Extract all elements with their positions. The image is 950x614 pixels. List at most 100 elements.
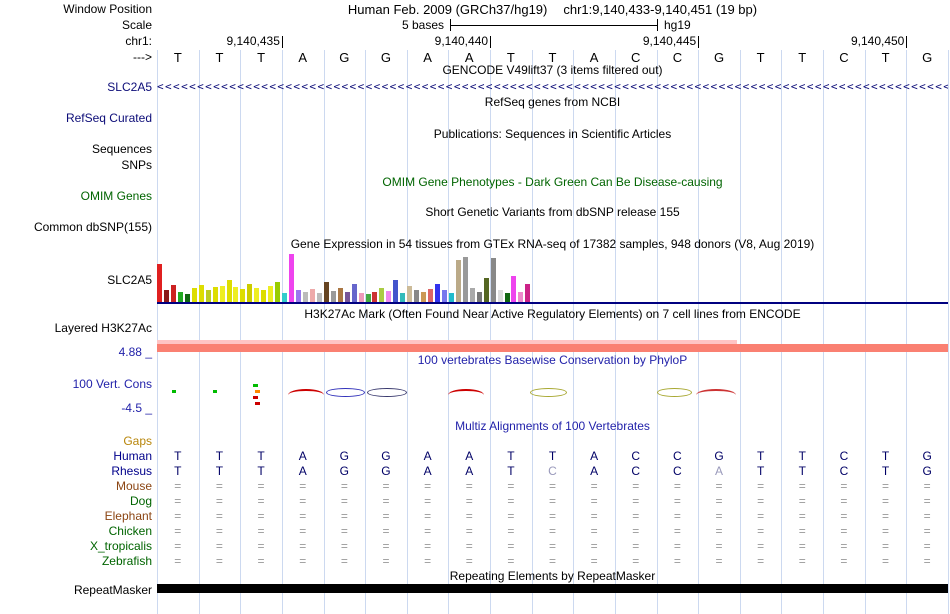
multiz-cell-x-tropicalis[interactable]: = bbox=[490, 539, 532, 553]
multiz-cell-x-tropicalis[interactable]: = bbox=[199, 539, 241, 553]
gtex-tissue-bar[interactable] bbox=[365, 294, 371, 302]
track-label-layered-h3k27ac[interactable]: Layered H3K27Ac bbox=[0, 321, 152, 335]
track-label-refseq-curated[interactable]: RefSeq Curated bbox=[0, 111, 152, 125]
gtex-tissue-bar[interactable] bbox=[407, 286, 413, 302]
gtex-tissue-bar[interactable] bbox=[219, 286, 225, 302]
multiz-cell-human[interactable]: T bbox=[740, 449, 782, 463]
multiz-cell-zebrafish[interactable]: = bbox=[906, 554, 948, 568]
multiz-cell-rhesus[interactable]: G bbox=[906, 464, 948, 478]
multiz-cell-x-tropicalis[interactable]: = bbox=[365, 539, 407, 553]
multiz-label-x-tropicalis[interactable]: X_tropicalis bbox=[0, 539, 152, 553]
gtex-tissue-bar[interactable] bbox=[344, 292, 350, 302]
multiz-cell-mouse[interactable]: = bbox=[740, 479, 782, 493]
multiz-cell-human[interactable]: T bbox=[199, 449, 241, 463]
multiz-cell-chicken[interactable]: = bbox=[324, 524, 366, 538]
multiz-cell-human[interactable]: T bbox=[781, 449, 823, 463]
multiz-cell-dog[interactable]: = bbox=[823, 494, 865, 508]
gtex-tissue-bar[interactable] bbox=[400, 293, 406, 302]
multiz-cell-mouse[interactable]: = bbox=[240, 479, 282, 493]
gtex-tissue-bar[interactable] bbox=[309, 289, 315, 302]
phylop-glyph-ellipse[interactable] bbox=[325, 388, 366, 397]
multiz-cell-human[interactable]: A bbox=[448, 449, 490, 463]
multiz-cell-x-tropicalis[interactable]: = bbox=[740, 539, 782, 553]
multiz-cell-mouse[interactable]: = bbox=[199, 479, 241, 493]
multiz-cell-x-tropicalis[interactable]: = bbox=[865, 539, 907, 553]
multiz-label-mouse[interactable]: Mouse bbox=[0, 479, 152, 493]
multiz-cell-mouse[interactable]: = bbox=[781, 479, 823, 493]
phylop-glyph-smear[interactable] bbox=[254, 390, 260, 393]
multiz-cell-chicken[interactable]: = bbox=[698, 524, 740, 538]
phylop-glyph-ellipse[interactable] bbox=[529, 388, 568, 397]
multiz-label-zebrafish[interactable]: Zebrafish bbox=[0, 554, 152, 568]
multiz-cell-x-tropicalis[interactable]: = bbox=[698, 539, 740, 553]
multiz-cell-elephant[interactable]: = bbox=[906, 509, 948, 523]
gtex-tissue-bar[interactable] bbox=[254, 288, 260, 302]
gtex-tissue-bar[interactable] bbox=[226, 280, 232, 302]
gtex-tissue-bar[interactable] bbox=[441, 290, 447, 302]
multiz-cell-zebrafish[interactable]: = bbox=[324, 554, 366, 568]
gtex-tissue-bar[interactable] bbox=[469, 288, 475, 302]
gtex-tissue-bar[interactable] bbox=[337, 288, 343, 302]
multiz-cell-elephant[interactable]: = bbox=[532, 509, 574, 523]
multiz-cell-elephant[interactable]: = bbox=[365, 509, 407, 523]
multiz-cell-zebrafish[interactable]: = bbox=[407, 554, 449, 568]
multiz-cell-rhesus[interactable]: C bbox=[823, 464, 865, 478]
gtex-tissue-bar[interactable] bbox=[490, 258, 496, 302]
track-label-publications-sequences[interactable]: Sequences bbox=[0, 142, 152, 156]
multiz-cell-chicken[interactable]: = bbox=[615, 524, 657, 538]
track-label-publications-snps[interactable]: SNPs bbox=[0, 158, 152, 172]
multiz-cell-dog[interactable]: = bbox=[240, 494, 282, 508]
multiz-cell-elephant[interactable]: = bbox=[865, 509, 907, 523]
multiz-cell-zebrafish[interactable]: = bbox=[865, 554, 907, 568]
multiz-cell-mouse[interactable]: = bbox=[865, 479, 907, 493]
multiz-cell-human[interactable]: G bbox=[324, 449, 366, 463]
multiz-cell-zebrafish[interactable]: = bbox=[573, 554, 615, 568]
multiz-cell-mouse[interactable]: = bbox=[657, 479, 699, 493]
gtex-tissue-bar[interactable] bbox=[233, 287, 239, 302]
multiz-cell-zebrafish[interactable]: = bbox=[365, 554, 407, 568]
multiz-cell-mouse[interactable]: = bbox=[906, 479, 948, 493]
multiz-cell-human[interactable]: A bbox=[282, 449, 324, 463]
multiz-cell-chicken[interactable]: = bbox=[448, 524, 490, 538]
multiz-cell-elephant[interactable]: = bbox=[157, 509, 199, 523]
multiz-cell-elephant[interactable]: = bbox=[407, 509, 449, 523]
multiz-cell-human[interactable]: G bbox=[365, 449, 407, 463]
phylop-glyph-arc[interactable] bbox=[448, 389, 484, 395]
multiz-cell-rhesus[interactable]: A bbox=[448, 464, 490, 478]
multiz-cell-mouse[interactable]: = bbox=[407, 479, 449, 493]
gtex-tissue-bar[interactable] bbox=[393, 280, 399, 302]
multiz-cell-mouse[interactable]: = bbox=[365, 479, 407, 493]
multiz-cell-rhesus[interactable]: A bbox=[573, 464, 615, 478]
gtex-tissue-bar[interactable] bbox=[323, 282, 329, 302]
multiz-cell-x-tropicalis[interactable]: = bbox=[324, 539, 366, 553]
multiz-cell-x-tropicalis[interactable]: = bbox=[448, 539, 490, 553]
multiz-cell-chicken[interactable]: = bbox=[781, 524, 823, 538]
multiz-label-gaps[interactable]: Gaps bbox=[0, 434, 152, 448]
multiz-cell-rhesus[interactable]: T bbox=[240, 464, 282, 478]
multiz-cell-dog[interactable]: = bbox=[365, 494, 407, 508]
multiz-cell-human[interactable]: T bbox=[865, 449, 907, 463]
multiz-cell-chicken[interactable]: = bbox=[532, 524, 574, 538]
multiz-cell-x-tropicalis[interactable]: = bbox=[240, 539, 282, 553]
gtex-tissue-bar[interactable] bbox=[462, 257, 468, 302]
track-label-omim-genes[interactable]: OMIM Genes bbox=[0, 189, 152, 203]
multiz-cell-human[interactable]: G bbox=[906, 449, 948, 463]
multiz-cell-rhesus[interactable]: A bbox=[282, 464, 324, 478]
gtex-tissue-bar[interactable] bbox=[240, 289, 246, 302]
gtex-tissue-bar[interactable] bbox=[421, 292, 427, 302]
gtex-tissue-bar[interactable] bbox=[198, 285, 204, 302]
multiz-cell-human[interactable]: C bbox=[823, 449, 865, 463]
multiz-cell-x-tropicalis[interactable]: = bbox=[282, 539, 324, 553]
multiz-cell-x-tropicalis[interactable]: = bbox=[532, 539, 574, 553]
multiz-cell-elephant[interactable]: = bbox=[448, 509, 490, 523]
gtex-tissue-bar[interactable] bbox=[177, 292, 183, 302]
multiz-cell-rhesus[interactable]: G bbox=[365, 464, 407, 478]
multiz-cell-x-tropicalis[interactable]: = bbox=[615, 539, 657, 553]
gtex-tissue-bar[interactable] bbox=[497, 290, 503, 302]
multiz-cell-dog[interactable]: = bbox=[157, 494, 199, 508]
phylop-glyph-smear[interactable] bbox=[252, 384, 258, 387]
track-label-100-vert-cons[interactable]: 100 Vert. Cons bbox=[0, 377, 152, 391]
multiz-cell-rhesus[interactable]: T bbox=[865, 464, 907, 478]
track-label-repeatmasker[interactable]: RepeatMasker bbox=[0, 583, 152, 597]
multiz-cell-mouse[interactable]: = bbox=[490, 479, 532, 493]
